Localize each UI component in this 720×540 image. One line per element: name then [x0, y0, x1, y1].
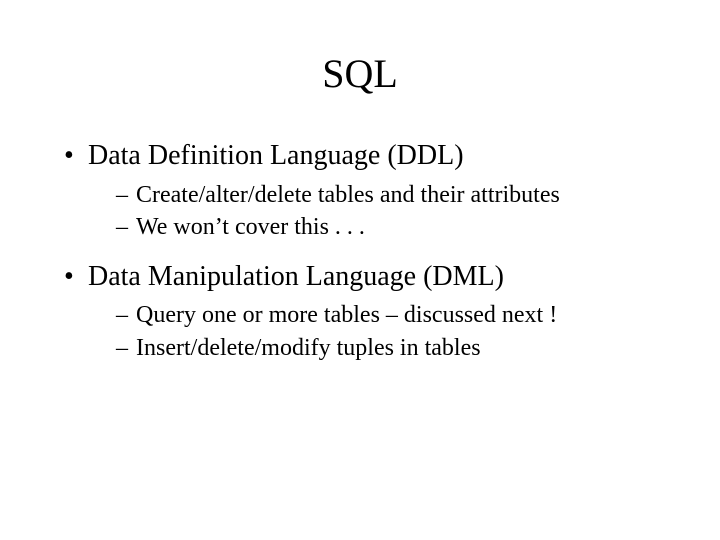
sub-bullet-item: Create/alter/delete tables and their att…: [116, 179, 660, 211]
slide-title: SQL: [60, 50, 660, 97]
sub-bullet-text: We won’t cover this . . .: [136, 214, 365, 240]
bullet-text: Data Manipulation Language (DML): [88, 261, 504, 292]
bullet-item: Data Manipulation Language (DML) Query o…: [60, 258, 660, 365]
sub-bullet-list: Create/alter/delete tables and their att…: [88, 179, 660, 244]
sub-bullet-text: Create/alter/delete tables and their att…: [136, 182, 560, 208]
bullet-text: Data Definition Language (DDL): [88, 140, 464, 171]
sub-bullet-list: Query one or more tables – discussed nex…: [88, 299, 660, 364]
bullet-item: Data Definition Language (DDL) Create/al…: [60, 137, 660, 244]
slide: SQL Data Definition Language (DDL) Creat…: [0, 0, 720, 540]
sub-bullet-text: Insert/delete/modify tuples in tables: [136, 335, 481, 361]
bullet-list: Data Definition Language (DDL) Create/al…: [60, 137, 660, 364]
sub-bullet-item: Insert/delete/modify tuples in tables: [116, 332, 660, 364]
sub-bullet-item: We won’t cover this . . .: [116, 211, 660, 243]
sub-bullet-item: Query one or more tables – discussed nex…: [116, 299, 660, 331]
sub-bullet-text: Query one or more tables – discussed nex…: [136, 302, 557, 328]
